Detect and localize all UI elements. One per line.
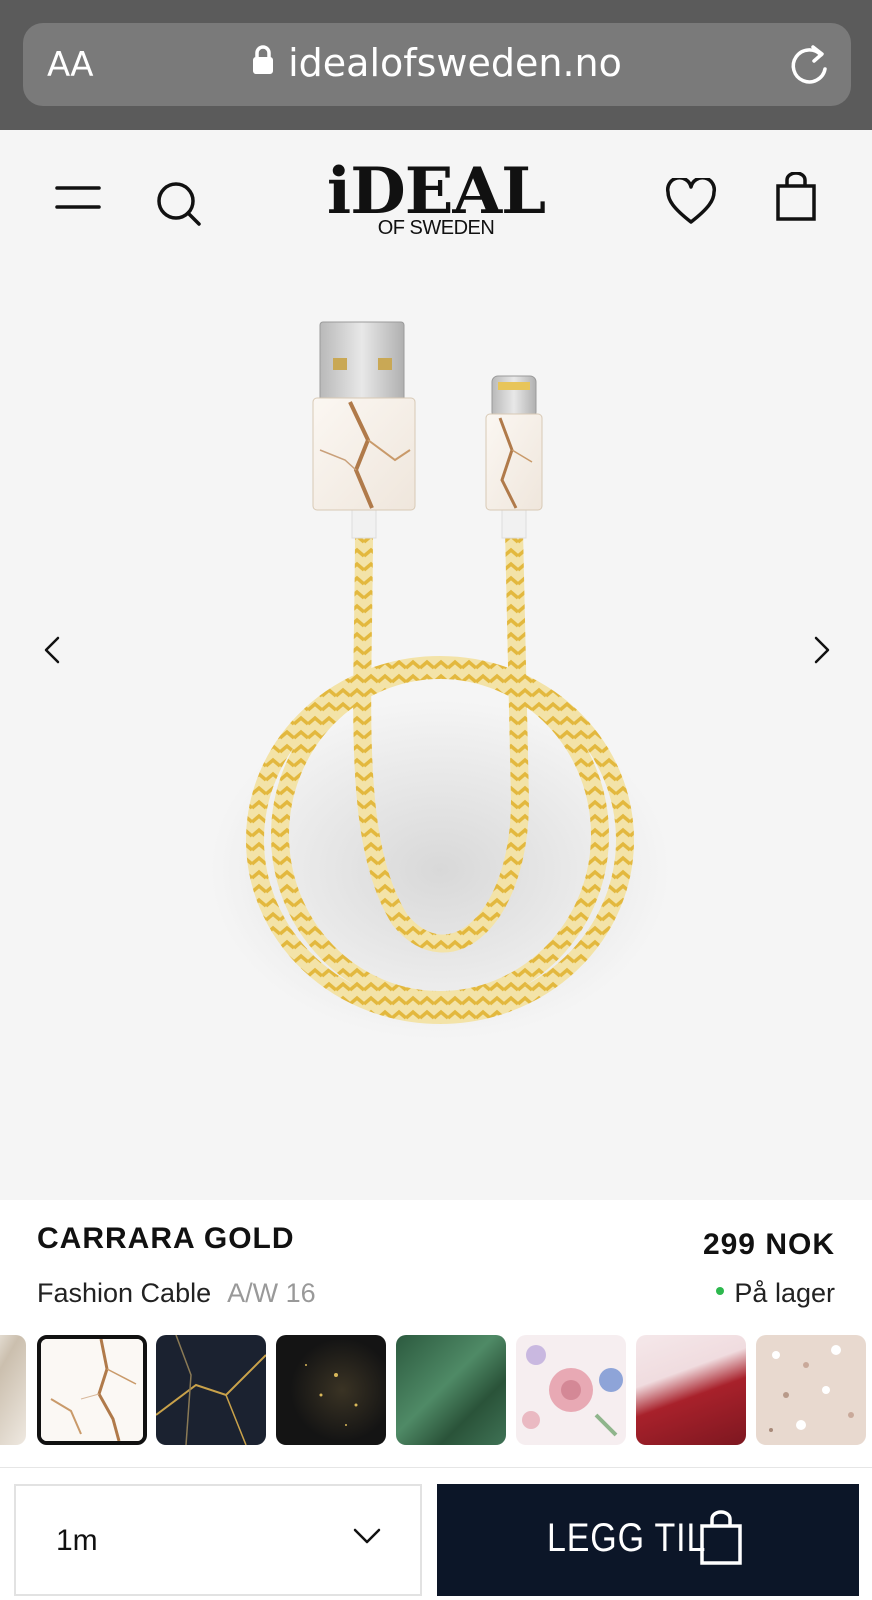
url-display[interactable]: idealofsweden.no bbox=[23, 41, 851, 88]
swatch-floral[interactable] bbox=[516, 1335, 626, 1445]
swatch-black-galaxy[interactable] bbox=[276, 1335, 386, 1445]
site-header: iDEAL OF SWEDEN bbox=[0, 130, 872, 280]
size-select-value: 1m bbox=[56, 1524, 98, 1557]
swatch-terrazzo[interactable] bbox=[756, 1335, 866, 1445]
site-logo[interactable]: iDEAL OF SWEDEN bbox=[0, 154, 872, 239]
stock-status: På lager bbox=[716, 1278, 835, 1309]
swatch-carrara-gold[interactable] bbox=[37, 1335, 147, 1445]
chevron-down-icon bbox=[352, 1526, 382, 1551]
logo-sub-text: OF SWEDEN bbox=[377, 217, 495, 239]
add-to-cart-label: LEGG TIL bbox=[547, 1516, 707, 1560]
browser-toolbar: AA idealofsweden.no bbox=[0, 0, 872, 130]
product-info-panel: CARRARA GOLD 299 NOK Fashion Cable A/W 16… bbox=[0, 1200, 872, 1600]
swatch-green-satin[interactable] bbox=[396, 1335, 506, 1445]
swatch-red-marble[interactable] bbox=[636, 1335, 746, 1445]
stock-label: På lager bbox=[734, 1278, 835, 1308]
product-price: 299 NOK bbox=[702, 1228, 835, 1261]
heart-icon[interactable] bbox=[665, 176, 717, 231]
divider bbox=[0, 1467, 872, 1468]
product-gallery[interactable] bbox=[0, 280, 872, 1200]
reload-icon[interactable] bbox=[787, 41, 831, 92]
product-title: CARRARA GOLD bbox=[37, 1222, 295, 1255]
bag-icon bbox=[699, 1510, 743, 1571]
product-image bbox=[210, 321, 670, 1040]
next-image-arrow[interactable] bbox=[800, 630, 840, 670]
bag-icon[interactable] bbox=[775, 171, 817, 227]
lock-icon bbox=[252, 40, 274, 84]
design-swatches bbox=[0, 1335, 872, 1445]
url-text: idealofsweden.no bbox=[288, 41, 622, 85]
product-type: Fashion Cable bbox=[37, 1278, 212, 1308]
size-select[interactable]: 1m bbox=[14, 1484, 422, 1596]
swatch-port-laurent[interactable] bbox=[156, 1335, 266, 1445]
logo-main-text: iDEAL bbox=[326, 154, 546, 229]
stock-dot-icon bbox=[716, 1286, 725, 1295]
add-to-cart-button[interactable]: LEGG TIL bbox=[437, 1484, 859, 1596]
product-season: A/W 16 bbox=[227, 1278, 316, 1308]
swatch-partial[interactable] bbox=[0, 1335, 26, 1445]
product-subtitle: Fashion Cable A/W 16 bbox=[37, 1278, 316, 1309]
prev-image-arrow[interactable] bbox=[34, 630, 74, 670]
address-bar[interactable]: AA idealofsweden.no bbox=[23, 23, 851, 106]
